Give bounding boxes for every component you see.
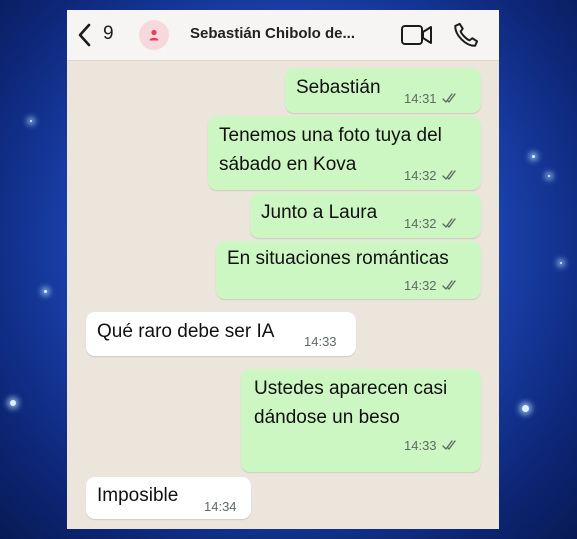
message-outgoing[interactable]: En situaciones románticas 14:32 (216, 241, 481, 299)
video-call-icon (401, 25, 432, 45)
message-text: Ustedes aparecen casi (254, 378, 448, 399)
background-sparkle (522, 405, 529, 412)
background-sparkle (560, 262, 562, 264)
voice-call-button[interactable] (452, 21, 480, 49)
message-text: Qué raro debe ser IA (97, 321, 275, 342)
double-check-icon (441, 440, 456, 450)
double-check-icon (441, 93, 456, 103)
video-call-button[interactable] (400, 23, 434, 47)
background-sparkle (548, 175, 550, 177)
chat-header: 9 Sebastián Chibolo de... (67, 10, 499, 61)
message-outgoing[interactable]: Ustedes aparecen casi dándose un beso 14… (241, 369, 481, 472)
contact-name[interactable]: Sebastián Chibolo de... (190, 25, 355, 42)
background-sparkle (10, 400, 16, 406)
message-meta: 14:34 (204, 499, 237, 514)
message-time: 14:34 (204, 499, 237, 514)
message-time: 14:32 (404, 168, 437, 183)
message-time: 14:31 (404, 91, 437, 106)
background-sparkle (44, 290, 47, 293)
chevron-left-icon (78, 23, 91, 47)
message-time: 14:32 (404, 278, 437, 293)
message-incoming[interactable]: Qué raro debe ser IA 14:33 (86, 312, 356, 356)
message-text: Tenemos una foto tuya del (219, 125, 442, 146)
message-meta: 14:31 (404, 91, 458, 106)
message-meta: 14:32 (404, 168, 458, 183)
person-icon (149, 29, 159, 41)
message-outgoing[interactable]: Junto a Laura 14:32 (250, 193, 481, 238)
message-outgoing[interactable]: Sebastián 14:31 (285, 68, 481, 113)
message-text: dándose un beso (254, 407, 400, 428)
background-sparkle (532, 155, 535, 158)
message-text: Imposible (97, 485, 179, 506)
double-check-icon (441, 218, 456, 228)
message-text: Sebastián (296, 77, 381, 98)
message-meta: 14:32 (404, 216, 458, 231)
double-check-icon (441, 280, 456, 290)
message-meta: 14:33 (404, 438, 458, 453)
background-sparkle (30, 120, 32, 122)
message-incoming[interactable]: Imposible 14:34 (86, 477, 251, 519)
message-time: 14:33 (404, 438, 437, 453)
message-time: 14:33 (304, 334, 337, 349)
avatar[interactable] (139, 20, 169, 50)
message-meta: 14:33 (304, 334, 337, 349)
message-text: sábado en Kova (219, 154, 357, 175)
phone-screen: 9 Sebastián Chibolo de... Sebastián 14:3… (67, 10, 499, 529)
unread-count[interactable]: 9 (103, 23, 114, 45)
double-check-icon (441, 170, 456, 180)
message-outgoing[interactable]: Tenemos una foto tuya del sábado en Kova… (208, 116, 481, 190)
phone-icon (454, 22, 479, 47)
message-text: Junto a Laura (261, 202, 378, 223)
message-meta: 14:32 (404, 278, 458, 293)
message-time: 14:32 (404, 216, 437, 231)
message-text: En situaciones románticas (227, 248, 449, 269)
